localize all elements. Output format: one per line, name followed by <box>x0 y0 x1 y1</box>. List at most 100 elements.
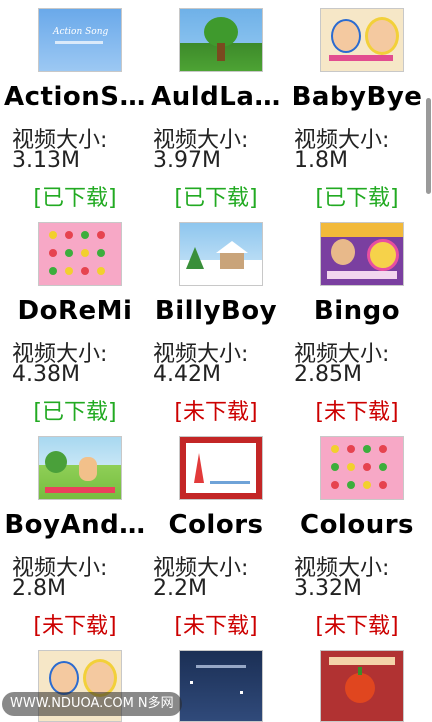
boy-face-shape <box>49 661 79 695</box>
dot-shape <box>49 231 57 239</box>
video-thumbnail[interactable] <box>38 222 122 286</box>
dot-shape <box>81 231 89 239</box>
tree-shape <box>186 247 204 269</box>
size-value: 3.13M <box>12 148 80 173</box>
video-title: DoReMi <box>17 296 133 326</box>
dot-shape <box>347 463 355 471</box>
video-item-boyandgirl[interactable]: BoyAnd… 视频大小: 2.8M [未下载] <box>4 428 146 642</box>
line-shape <box>210 481 250 484</box>
video-thumbnail[interactable] <box>179 8 263 72</box>
character-shape <box>79 457 97 481</box>
dot-shape <box>65 231 73 239</box>
letter-o-shape <box>367 239 399 271</box>
video-thumbnail[interactable]: Action Song <box>38 8 122 72</box>
thumbnail-decoration <box>55 41 103 44</box>
video-item-actionsong[interactable]: Action Song ActionS… 视频大小: 3.13M [已下载] <box>4 0 146 214</box>
video-thumbnail[interactable] <box>179 436 263 500</box>
download-status[interactable]: [未下载] <box>286 394 428 426</box>
video-item-auldlangsyne[interactable]: AuldLa… 视频大小: 3.97M [已下载] <box>145 0 287 214</box>
video-thumbnail[interactable] <box>179 650 263 722</box>
video-title: BoyAnd… <box>4 510 146 540</box>
video-title: Bingo <box>313 296 401 326</box>
video-item-billyboy[interactable]: BillyBoy 视频大小: 4.42M [未下载] <box>145 214 287 428</box>
apple-shape <box>345 673 375 703</box>
girl-face-shape <box>365 17 399 55</box>
video-title: Colors <box>168 510 264 540</box>
watermark: WWW.NDUOA.COM N多网 <box>2 692 182 716</box>
dot-shape <box>81 249 89 257</box>
size-value: 2.8M <box>12 576 66 601</box>
video-title: Colours <box>299 510 415 540</box>
download-status[interactable]: [未下载] <box>145 394 287 426</box>
dot-shape <box>49 249 57 257</box>
character-shape <box>331 239 355 265</box>
video-title: BabyBye <box>291 82 423 112</box>
dot-shape <box>65 267 73 275</box>
video-thumbnail[interactable] <box>179 222 263 286</box>
video-grid: Action Song ActionS… 视频大小: 3.13M [已下载] A… <box>0 0 432 722</box>
apple-stem-shape <box>358 667 362 675</box>
thumbnail-banner <box>329 55 393 61</box>
video-item-colours[interactable]: Colours 视频大小: 3.32M [未下载] <box>286 428 428 642</box>
dot-shape <box>347 445 355 453</box>
video-item-partial[interactable] <box>286 642 428 722</box>
download-status[interactable]: [已下载] <box>4 180 146 212</box>
size-value: 4.38M <box>12 362 80 387</box>
size-value: 2.85M <box>294 362 362 387</box>
dot-shape <box>81 267 89 275</box>
size-value: 1.8M <box>294 148 348 173</box>
download-status[interactable]: [未下载] <box>145 608 287 640</box>
download-status[interactable]: [未下载] <box>4 608 146 640</box>
tree-trunk-shape <box>217 43 225 61</box>
video-thumbnail[interactable] <box>320 650 404 722</box>
tree-shape <box>45 451 67 473</box>
dot-shape <box>363 463 371 471</box>
boy-face-shape <box>331 19 361 53</box>
dot-shape <box>331 481 339 489</box>
dot-shape <box>97 249 105 257</box>
thumbnail-text-line <box>196 665 246 668</box>
size-value: 3.32M <box>294 576 362 601</box>
dot-shape <box>379 463 387 471</box>
scrollbar-thumb[interactable] <box>426 98 431 194</box>
dot-shape <box>379 481 387 489</box>
size-value: 3.97M <box>153 148 221 173</box>
download-status[interactable]: [已下载] <box>145 180 287 212</box>
download-status[interactable]: [已下载] <box>4 394 146 426</box>
video-thumbnail[interactable] <box>38 436 122 500</box>
download-status[interactable]: [已下载] <box>286 180 428 212</box>
thumbnail-header-band <box>329 657 395 665</box>
video-item-babybye[interactable]: BabyBye 视频大小: 1.8M [已下载] <box>286 0 428 214</box>
roof-shape <box>216 241 248 253</box>
video-title: AuldLa… <box>151 82 281 112</box>
video-thumbnail[interactable] <box>320 436 404 500</box>
star-shape <box>240 691 243 694</box>
dot-shape <box>363 481 371 489</box>
video-thumbnail[interactable] <box>320 222 404 286</box>
dot-shape <box>331 445 339 453</box>
size-value: 2.2M <box>153 576 207 601</box>
dot-shape <box>379 445 387 453</box>
video-title: BillyBoy <box>154 296 278 326</box>
dot-shape <box>97 231 105 239</box>
dot-shape <box>363 445 371 453</box>
video-thumbnail[interactable] <box>320 8 404 72</box>
video-title: ActionS… <box>4 82 146 112</box>
dot-shape <box>65 249 73 257</box>
download-status[interactable]: [未下载] <box>286 608 428 640</box>
thumbnail-footer-band <box>327 271 397 279</box>
house-shape <box>220 251 244 269</box>
dot-shape <box>331 463 339 471</box>
star-shape <box>190 681 193 684</box>
dot-shape <box>49 267 57 275</box>
dot-shape <box>97 267 105 275</box>
video-item-bingo[interactable]: Bingo 视频大小: 2.85M [未下载] <box>286 214 428 428</box>
scrollbar[interactable] <box>426 0 432 720</box>
video-item-doremi[interactable]: DoReMi 视频大小: 4.38M [已下载] <box>4 214 146 428</box>
video-item-colors[interactable]: Colors 视频大小: 2.2M [未下载] <box>145 428 287 642</box>
thumbnail-caption: Action Song <box>53 27 109 37</box>
thumbnail-banner <box>45 487 115 493</box>
dot-shape <box>347 481 355 489</box>
thumbnail-header-band <box>321 223 403 237</box>
size-value: 4.42M <box>153 362 221 387</box>
